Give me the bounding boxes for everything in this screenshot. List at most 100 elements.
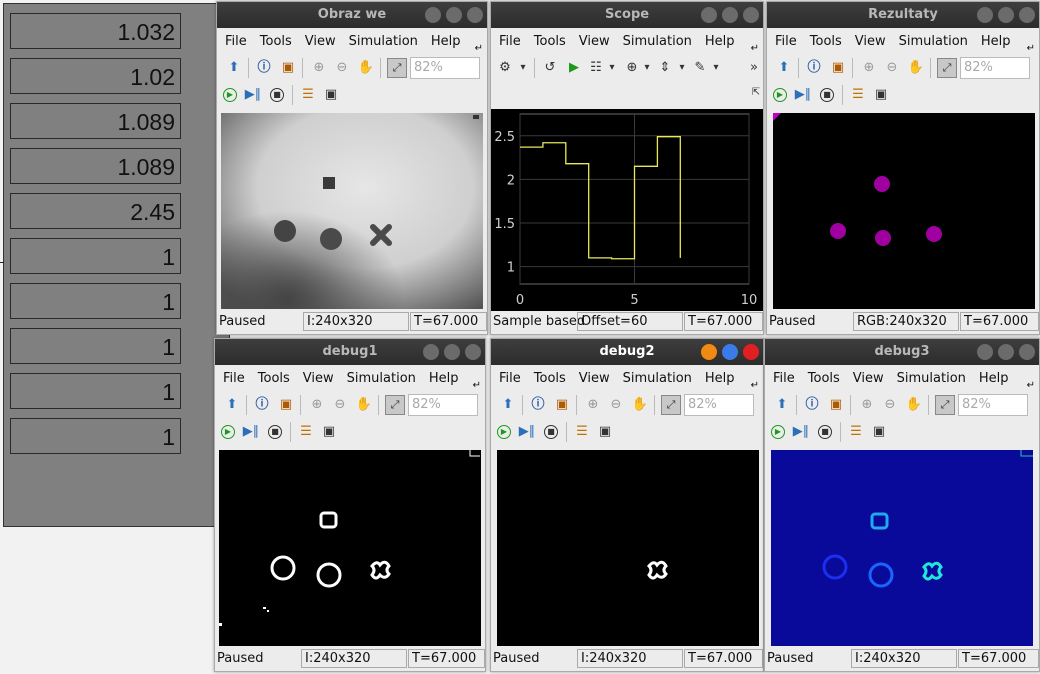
parameters-icon[interactable]: ⬆ xyxy=(775,59,793,77)
close-button[interactable] xyxy=(743,7,759,23)
dropdown-icon[interactable]: ▾ xyxy=(642,59,652,77)
fit-to-view-button[interactable]: ⤢ xyxy=(937,58,957,78)
stop-icon[interactable]: ■ xyxy=(816,423,834,441)
pan-icon[interactable]: ✋ xyxy=(907,59,925,77)
menu-help[interactable]: Help xyxy=(705,365,735,392)
highlight-block-icon[interactable]: ☰ xyxy=(573,423,591,441)
snapshot-icon[interactable]: ▣ xyxy=(870,423,888,441)
maximize-button[interactable] xyxy=(722,344,738,360)
pan-icon[interactable]: ✋ xyxy=(905,396,923,414)
pixel-region-icon[interactable]: ▣ xyxy=(827,396,845,414)
menu-help[interactable]: Help xyxy=(429,365,459,392)
menu-help[interactable]: Help xyxy=(979,365,1009,392)
menu-tools[interactable]: Tools xyxy=(258,365,290,392)
menu-view[interactable]: View xyxy=(855,28,886,55)
fit-to-view-button[interactable]: ⤢ xyxy=(935,395,955,415)
info-icon[interactable]: ⓘ xyxy=(529,396,547,414)
title-bar[interactable]: debug2 xyxy=(491,339,763,365)
play-icon[interactable]: ▶ xyxy=(769,423,787,441)
window-obraz-we[interactable]: Obraz we File Tools View Simulation Help ↵ ⬆ ⓘ ▣ ⊕… xyxy=(216,1,488,335)
window-debug2[interactable]: debug2 File Tools View Simulation Help ↵ ⬆ ⓘ ▣ ⊕ ⊖ ✋… xyxy=(490,338,764,672)
menu-file[interactable]: File xyxy=(775,28,797,55)
dropdown-icon[interactable]: ▾ xyxy=(607,59,617,77)
zoom-out-icon[interactable]: ⊖ xyxy=(883,59,901,77)
info-icon[interactable]: ⓘ xyxy=(803,396,821,414)
menu-tools[interactable]: Tools xyxy=(260,28,292,55)
dropdown-icon[interactable]: ▾ xyxy=(711,59,721,77)
minimize-button[interactable] xyxy=(977,344,993,360)
menu-view[interactable]: View xyxy=(579,365,610,392)
window-rezultaty[interactable]: Rezultaty File Tools View Simulation Help ↵ ⬆ ⓘ ▣… xyxy=(766,1,1040,335)
minimize-button[interactable] xyxy=(423,344,439,360)
stop-icon[interactable]: ■ xyxy=(818,86,836,104)
signal-icon[interactable]: ☷ xyxy=(587,59,605,77)
info-icon[interactable]: ⓘ xyxy=(253,396,271,414)
step-forward-icon[interactable]: ▶∥ xyxy=(792,423,810,441)
restart-icon[interactable]: ↺ xyxy=(541,59,559,77)
zoom-in-icon[interactable]: ⊕ xyxy=(310,59,328,77)
zoom-out-icon[interactable]: ⊖ xyxy=(333,59,351,77)
step-forward-icon[interactable]: ▶∥ xyxy=(518,423,536,441)
dropdown-icon[interactable]: ▾ xyxy=(677,59,687,77)
style-icon[interactable]: ✎ xyxy=(691,59,709,77)
zoom-in-icon[interactable]: ⊕ xyxy=(860,59,878,77)
zoom-in-icon[interactable]: ⊕ xyxy=(584,396,602,414)
snapshot-icon[interactable]: ▣ xyxy=(596,423,614,441)
parameters-icon[interactable]: ⬆ xyxy=(225,59,243,77)
scale-icon[interactable]: ⇕ xyxy=(656,59,674,77)
menu-simulation[interactable]: Simulation xyxy=(899,28,968,55)
stop-icon[interactable]: ■ xyxy=(542,423,560,441)
zoom-out-icon[interactable]: ⊖ xyxy=(331,396,349,414)
pixel-region-icon[interactable]: ▣ xyxy=(277,396,295,414)
close-button[interactable] xyxy=(467,7,483,23)
menu-view[interactable]: View xyxy=(579,28,610,55)
title-bar[interactable]: Scope xyxy=(491,2,763,28)
settings-icon[interactable]: ⚙ xyxy=(496,59,514,77)
run-icon[interactable]: ▶ xyxy=(565,59,583,77)
menu-file[interactable]: File xyxy=(499,365,521,392)
undock-icon[interactable]: ⇱ xyxy=(747,84,763,102)
menu-tools[interactable]: Tools xyxy=(534,365,566,392)
fit-to-view-button[interactable]: ⤢ xyxy=(661,395,681,415)
pan-icon[interactable]: ✋ xyxy=(357,59,375,77)
fit-to-view-button[interactable]: ⤢ xyxy=(385,395,405,415)
parameters-icon[interactable]: ⬆ xyxy=(499,396,517,414)
play-icon[interactable]: ▶ xyxy=(219,423,237,441)
title-bar[interactable]: debug1 xyxy=(215,339,485,365)
zoom-input[interactable]: 82% xyxy=(684,394,754,416)
menu-simulation[interactable]: Simulation xyxy=(347,365,416,392)
minimize-button[interactable] xyxy=(425,7,441,23)
close-button[interactable] xyxy=(743,344,759,360)
zoom-input[interactable]: 82% xyxy=(410,57,480,79)
minimize-button[interactable] xyxy=(701,344,717,360)
zoom-in-icon[interactable]: ⊕ xyxy=(308,396,326,414)
zoom-input[interactable]: 82% xyxy=(958,394,1028,416)
dropdown-icon[interactable]: ▾ xyxy=(518,59,528,77)
step-forward-icon[interactable]: ▶∥ xyxy=(242,423,260,441)
zoom-out-icon[interactable]: ⊖ xyxy=(881,396,899,414)
maximize-button[interactable] xyxy=(998,7,1014,23)
menu-view[interactable]: View xyxy=(853,365,884,392)
menu-simulation[interactable]: Simulation xyxy=(897,365,966,392)
menu-help[interactable]: Help xyxy=(431,28,461,55)
play-icon[interactable]: ▶ xyxy=(771,86,789,104)
title-bar[interactable]: Rezultaty xyxy=(767,2,1039,28)
parameters-icon[interactable]: ⬆ xyxy=(773,396,791,414)
menu-simulation[interactable]: Simulation xyxy=(623,365,692,392)
snapshot-icon[interactable]: ▣ xyxy=(872,86,890,104)
highlight-block-icon[interactable]: ☰ xyxy=(297,423,315,441)
info-icon[interactable]: ⓘ xyxy=(805,59,823,77)
stop-icon[interactable]: ■ xyxy=(266,423,284,441)
more-icon[interactable]: » xyxy=(745,59,763,77)
window-scope[interactable]: Scope File Tools View Simulation Help ↵ ⚙ ▾ ↺ ▶ ☷ ▾ ⊕… xyxy=(490,1,764,335)
menu-file[interactable]: File xyxy=(499,28,521,55)
highlight-block-icon[interactable]: ☰ xyxy=(847,423,865,441)
maximize-button[interactable] xyxy=(446,7,462,23)
pixel-region-icon[interactable]: ▣ xyxy=(829,59,847,77)
menu-tools[interactable]: Tools xyxy=(534,28,566,55)
maximize-button[interactable] xyxy=(444,344,460,360)
close-button[interactable] xyxy=(1019,344,1035,360)
highlight-block-icon[interactable]: ☰ xyxy=(299,86,317,104)
close-button[interactable] xyxy=(465,344,481,360)
menu-view[interactable]: View xyxy=(305,28,336,55)
